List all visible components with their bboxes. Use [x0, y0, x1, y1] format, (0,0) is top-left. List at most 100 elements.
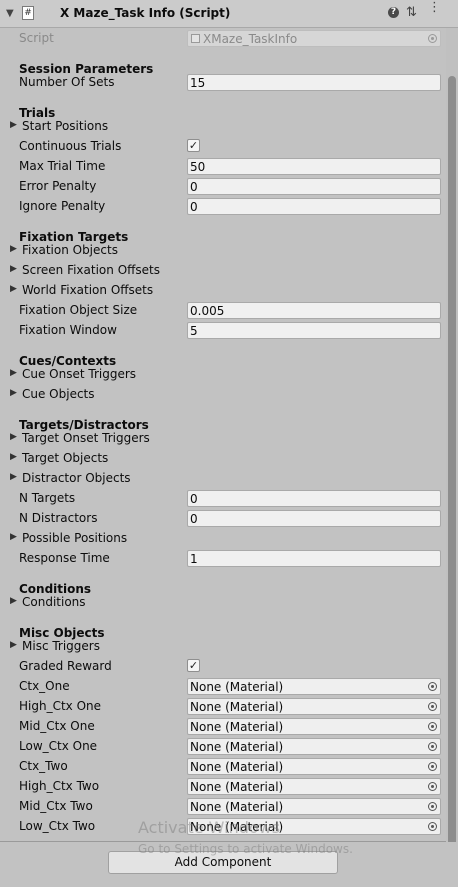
- fixation-window-input[interactable]: 5: [187, 322, 441, 339]
- max-trial-time-input[interactable]: 50: [187, 158, 441, 175]
- fixation-object-size-label: Fixation Object Size: [19, 303, 138, 317]
- object-picker-icon[interactable]: [428, 722, 437, 731]
- possible-positions-foldout[interactable]: ▶ Possible Positions: [0, 528, 444, 548]
- scrollbar-thumb[interactable]: [448, 76, 456, 871]
- presets-icon[interactable]: ⇅: [406, 5, 417, 20]
- misc-triggers-label: Misc Triggers: [22, 639, 100, 653]
- foldout-arrow-icon[interactable]: ▶: [10, 472, 17, 482]
- material-row: Low_Ctx One None (Material): [0, 736, 444, 756]
- n-targets-input[interactable]: 0: [187, 490, 441, 507]
- context-menu-icon[interactable]: ⋮: [428, 1, 441, 14]
- foldout-arrow-icon[interactable]: ▶: [10, 432, 17, 442]
- foldout-arrow-icon[interactable]: ▶: [10, 452, 17, 462]
- fixation-objects-foldout[interactable]: ▶ Fixation Objects: [0, 240, 444, 260]
- target-onset-triggers-foldout[interactable]: ▶ Target Onset Triggers: [0, 428, 444, 448]
- material-label: High_Ctx One: [19, 699, 102, 713]
- target-objects-foldout[interactable]: ▶ Target Objects: [0, 448, 444, 468]
- foldout-arrow-icon[interactable]: ▶: [10, 388, 17, 398]
- continuous-trials-row: Continuous Trials ✓: [0, 136, 444, 156]
- error-penalty-row: Error Penalty 0: [0, 176, 444, 196]
- number-of-sets-label: Number Of Sets: [19, 75, 115, 89]
- object-picker-icon[interactable]: [428, 822, 437, 831]
- target-onset-triggers-label: Target Onset Triggers: [22, 431, 150, 445]
- n-targets-row: N Targets 0: [0, 488, 444, 508]
- continuous-trials-checkbox[interactable]: ✓: [187, 139, 200, 152]
- material-label: Mid_Ctx One: [19, 719, 95, 733]
- response-time-row: Response Time 1: [0, 548, 444, 568]
- material-row: High_Ctx One None (Material): [0, 696, 444, 716]
- max-trial-time-row: Max Trial Time 50: [0, 156, 444, 176]
- error-penalty-input[interactable]: 0: [187, 178, 441, 195]
- cue-objects-foldout[interactable]: ▶ Cue Objects: [0, 384, 444, 404]
- response-time-label: Response Time: [19, 551, 110, 565]
- fixation-object-size-input[interactable]: 0.005: [187, 302, 441, 319]
- script-label: Script: [19, 31, 54, 45]
- material-object-field[interactable]: None (Material): [187, 778, 441, 795]
- object-picker-icon[interactable]: [428, 682, 437, 691]
- material-value: None (Material): [190, 680, 284, 694]
- material-row: Ctx_Two None (Material): [0, 756, 444, 776]
- material-value: None (Material): [190, 760, 284, 774]
- object-picker-icon[interactable]: [428, 802, 437, 811]
- cue-onset-triggers-foldout[interactable]: ▶ Cue Onset Triggers: [0, 364, 444, 384]
- object-picker-icon[interactable]: [428, 702, 437, 711]
- material-object-field[interactable]: None (Material): [187, 698, 441, 715]
- world-fixation-offsets-foldout[interactable]: ▶ World Fixation Offsets: [0, 280, 444, 300]
- n-distractors-label: N Distractors: [19, 511, 98, 525]
- misc-triggers-foldout[interactable]: ▶ Misc Triggers: [0, 636, 444, 656]
- material-value: None (Material): [190, 700, 284, 714]
- material-object-field[interactable]: None (Material): [187, 798, 441, 815]
- material-label: Ctx_Two: [19, 759, 68, 773]
- material-value: None (Material): [190, 740, 284, 754]
- cue-objects-label: Cue Objects: [22, 387, 95, 401]
- script-value: XMaze_TaskInfo: [203, 32, 298, 46]
- material-label: High_Ctx Two: [19, 779, 100, 793]
- continuous-trials-label: Continuous Trials: [19, 139, 122, 153]
- response-time-input[interactable]: 1: [187, 550, 441, 567]
- material-object-field[interactable]: None (Material): [187, 758, 441, 775]
- conditions-foldout[interactable]: ▶ Conditions: [0, 592, 444, 612]
- foldout-arrow-icon[interactable]: ▶: [10, 244, 17, 254]
- foldout-arrow-icon[interactable]: ▶: [10, 532, 17, 542]
- world-fixation-offsets-label: World Fixation Offsets: [22, 283, 154, 297]
- error-penalty-label: Error Penalty: [19, 179, 97, 193]
- foldout-arrow-icon[interactable]: ▶: [10, 120, 17, 130]
- object-picker-icon[interactable]: [428, 782, 437, 791]
- material-label: Low_Ctx Two: [19, 819, 96, 833]
- distractor-objects-foldout[interactable]: ▶ Distractor Objects: [0, 468, 444, 488]
- n-targets-label: N Targets: [19, 491, 76, 505]
- cue-onset-triggers-label: Cue Onset Triggers: [22, 367, 137, 381]
- screen-fixation-offsets-foldout[interactable]: ▶ Screen Fixation Offsets: [0, 260, 444, 280]
- material-label: Mid_Ctx Two: [19, 799, 93, 813]
- collapse-arrow-icon[interactable]: ▼: [6, 8, 14, 19]
- material-object-field[interactable]: None (Material): [187, 738, 441, 755]
- material-value: None (Material): [190, 780, 284, 794]
- vertical-scrollbar[interactable]: [446, 28, 458, 872]
- max-trial-time-label: Max Trial Time: [19, 159, 106, 173]
- foldout-arrow-icon[interactable]: ▶: [10, 640, 17, 650]
- script-row: Script XMaze_TaskInfo: [0, 28, 444, 48]
- foldout-arrow-icon[interactable]: ▶: [10, 264, 17, 274]
- help-icon[interactable]: ?: [388, 7, 399, 18]
- material-object-field[interactable]: None (Material): [187, 678, 441, 695]
- ignore-penalty-input[interactable]: 0: [187, 198, 441, 215]
- n-distractors-input[interactable]: 0: [187, 510, 441, 527]
- object-picker-icon[interactable]: [428, 742, 437, 751]
- foldout-arrow-icon[interactable]: ▶: [10, 596, 17, 606]
- distractor-objects-label: Distractor Objects: [22, 471, 131, 485]
- possible-positions-label: Possible Positions: [22, 531, 128, 545]
- script-icon[interactable]: #: [22, 6, 34, 20]
- material-row: Mid_Ctx One None (Material): [0, 716, 444, 736]
- start-positions-foldout[interactable]: ▶ Start Positions: [0, 116, 444, 136]
- number-of-sets-input[interactable]: 15: [187, 74, 441, 91]
- conditions-label: Conditions: [22, 595, 86, 609]
- foldout-arrow-icon[interactable]: ▶: [10, 368, 17, 378]
- object-picker-icon[interactable]: [428, 762, 437, 771]
- component-title: X Maze_Task Info (Script): [60, 6, 231, 20]
- graded-reward-checkbox[interactable]: ✓: [187, 659, 200, 672]
- script-field: XMaze_TaskInfo: [187, 30, 441, 47]
- material-object-field[interactable]: None (Material): [187, 718, 441, 735]
- component-header[interactable]: ▼ # X Maze_Task Info (Script) ? ⇅ ⋮: [0, 0, 458, 28]
- screen-fixation-offsets-label: Screen Fixation Offsets: [22, 263, 160, 277]
- foldout-arrow-icon[interactable]: ▶: [10, 284, 17, 294]
